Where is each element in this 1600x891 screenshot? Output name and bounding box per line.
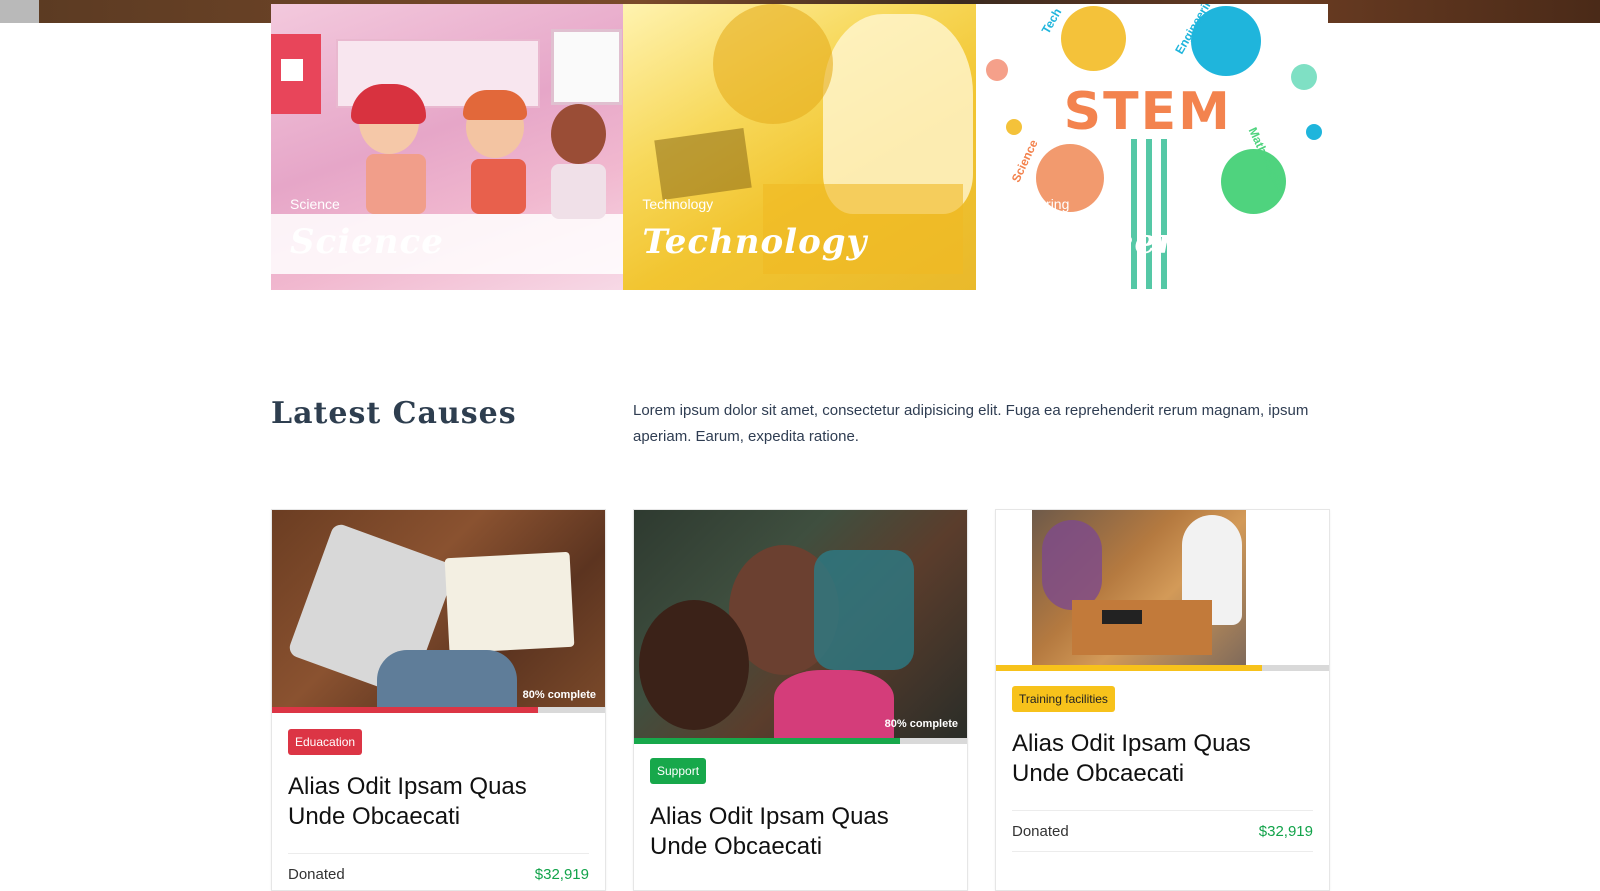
- donated-amount: $32,919: [1258, 822, 1313, 840]
- cause-image-classroom: [1032, 510, 1246, 665]
- category-label: Technology: [642, 196, 714, 212]
- cause-card[interactable]: Training facilities Alias Odit Ipsam Qua…: [995, 509, 1330, 891]
- banner-scroll-block: [0, 0, 39, 23]
- category-tile-technology[interactable]: Technology Technology: [623, 4, 976, 290]
- progress-bar: [272, 707, 605, 713]
- progress-bar: [634, 738, 967, 744]
- donated-row: Donated $32,919: [288, 853, 589, 890]
- category-title: Science: [290, 222, 444, 262]
- stem-branch-tech: Tech: [1038, 5, 1065, 37]
- donated-amount: $32,919: [534, 865, 589, 883]
- category-title: Engineering: [994, 222, 1241, 262]
- progress-label: 80% complete: [884, 718, 958, 730]
- cause-title[interactable]: Alias Odit Ipsam Quas Unde Obcaecati: [1012, 729, 1312, 789]
- cause-card[interactable]: 80% complete Support Alias Odit Ipsam Qu…: [633, 509, 968, 891]
- category-tile-science[interactable]: Science Science: [271, 4, 624, 290]
- section-title: Latest Causes: [271, 396, 517, 431]
- progress-label: 80% complete: [522, 689, 596, 701]
- category-tiles: Science Science Technology Technology ST…: [271, 4, 1328, 290]
- cause-image-desk: [272, 510, 605, 710]
- category-badge[interactable]: Training facilities: [1012, 686, 1115, 712]
- category-badge[interactable]: Eduacation: [288, 729, 363, 755]
- cause-card[interactable]: 80% complete Eduacation Alias Odit Ipsam…: [271, 509, 606, 891]
- donated-label: Donated: [288, 865, 345, 883]
- category-title: Technology: [642, 222, 868, 262]
- category-label: Science: [290, 196, 340, 212]
- category-label: Engineering: [994, 196, 1070, 212]
- donated-label: Donated: [1012, 822, 1069, 840]
- section-description: Lorem ipsum dolor sit amet, consectetur …: [633, 402, 1309, 445]
- category-tile-engineering[interactable]: STEM Tech Engineering Science Mathematic…: [975, 4, 1328, 290]
- progress-bar-fill: [996, 665, 1263, 671]
- cause-title[interactable]: Alias Odit Ipsam Quas Unde Obcaecati: [650, 802, 950, 862]
- category-badge[interactable]: Support: [650, 758, 707, 784]
- stem-wordmark: STEM: [1063, 82, 1232, 142]
- cause-title[interactable]: Alias Odit Ipsam Quas Unde Obcaecati: [288, 772, 588, 832]
- progress-bar-fill: [272, 707, 539, 713]
- progress-bar-fill: [634, 738, 901, 744]
- progress-bar: [996, 665, 1329, 671]
- cause-image-children: [634, 510, 967, 740]
- donated-row: Donated $32,919: [1012, 810, 1313, 852]
